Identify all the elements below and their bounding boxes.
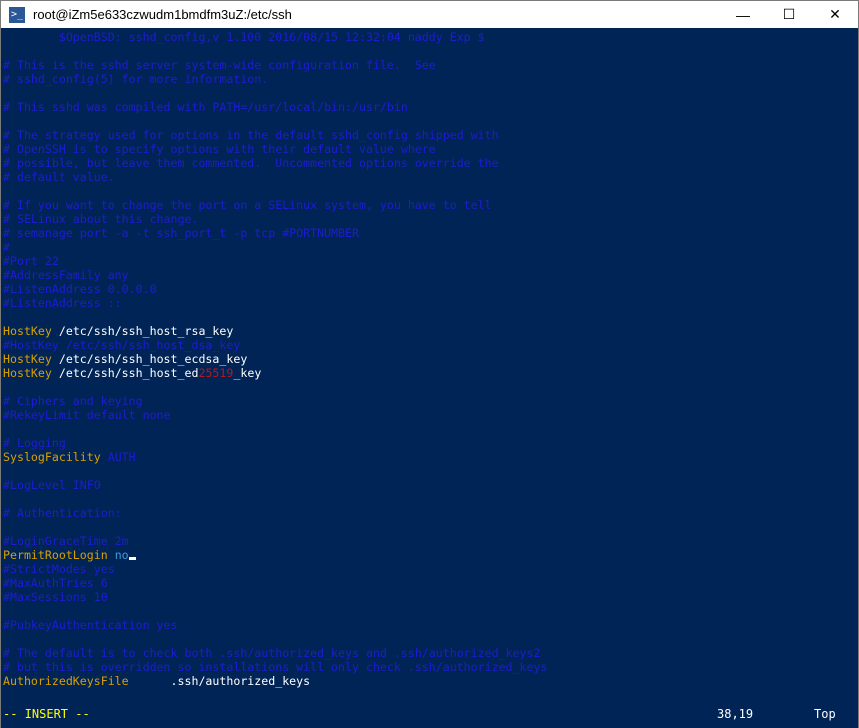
editor-line[interactable]: # This is the sshd server system-wide co… xyxy=(3,58,436,72)
line-segment-comment: #StrictModes yes xyxy=(3,562,115,576)
editor-line[interactable]: SyslogFacility AUTH xyxy=(3,450,136,464)
line-segment-comment: # The strategy used for options in the d… xyxy=(3,128,499,142)
editor-line[interactable]: #ListenAddress 0.0.0.0 xyxy=(3,282,157,296)
editor-line[interactable]: PermitRootLogin no xyxy=(3,548,136,562)
line-segment-comment: #RekeyLimit default none xyxy=(3,408,171,422)
editor-line[interactable]: # SELinux about this change. xyxy=(3,212,198,226)
editor-line[interactable]: # sshd_config(5) for more information. xyxy=(3,72,268,86)
line-segment-keyword: PermitRootLogin xyxy=(3,548,108,562)
editor-line[interactable]: HostKey /etc/ssh/ssh_host_ecdsa_key xyxy=(3,352,247,366)
line-segment-comment: # Ciphers and keying xyxy=(3,394,143,408)
line-segment-value: .ssh/authorized_keys xyxy=(128,674,311,688)
editor-line[interactable]: # xyxy=(3,240,10,254)
line-segment-comment: # SELinux about this change. xyxy=(3,212,199,226)
line-segment-keyword: AuthorizedKeysFile xyxy=(3,674,129,688)
line-segment-comment: #PubkeyAuthentication yes xyxy=(3,618,178,632)
line-segment-comment: # The default is to check both .ssh/auth… xyxy=(3,646,541,660)
line-segment-red: 25519 xyxy=(198,366,234,380)
editor-line[interactable]: # OpenSSH is to specify options with the… xyxy=(3,142,436,156)
line-segment-comment: # Logging xyxy=(3,436,66,450)
line-segment-value xyxy=(108,548,115,562)
editor-line[interactable]: #LogLevel INFO xyxy=(3,478,101,492)
editor-line[interactable]: #PubkeyAuthentication yes xyxy=(3,618,178,632)
editor-line[interactable]: #MaxAuthTries 6 xyxy=(3,576,108,590)
line-segment-comment: #ListenAddress :: xyxy=(3,296,122,310)
line-segment-comment: # but this is overridden so installation… xyxy=(3,660,548,674)
scrollbar[interactable] xyxy=(844,29,858,701)
editor-line[interactable]: #StrictModes yes xyxy=(3,562,115,576)
line-segment-comment: # If you want to change the port on a SE… xyxy=(3,198,492,212)
cursor-position: 38,19 xyxy=(717,707,754,721)
text-cursor xyxy=(128,557,136,560)
line-segment-comment: # OpenSSH is to specify options with the… xyxy=(3,142,436,156)
editor-line[interactable]: HostKey /etc/ssh/ssh_host_ed25519_key xyxy=(3,366,261,380)
line-segment-comment: # This is the sshd server system-wide co… xyxy=(3,58,436,72)
line-segment-comment: #AddressFamily any xyxy=(3,268,129,282)
title-bar[interactable]: >_ root@iZm5e633czwudm1bmdfm3uZ:/etc/ssh… xyxy=(1,1,858,28)
powershell-icon: >_ xyxy=(9,6,25,23)
line-segment-value: _key xyxy=(233,366,262,380)
line-segment-comment: AUTH xyxy=(100,450,136,464)
line-segment-value: /etc/ssh/ssh_host_ed xyxy=(51,366,199,380)
editor-line[interactable]: # semanage port -a -t ssh_port_t -p tcp … xyxy=(3,226,359,240)
editor-line[interactable]: # Authentication: xyxy=(3,506,122,520)
line-segment-no: no xyxy=(114,548,129,562)
line-segment-comment: #LoginGraceTime 2m xyxy=(3,534,129,548)
line-segment-comment: # xyxy=(3,240,10,254)
maximize-button[interactable]: ☐ xyxy=(766,1,812,28)
line-segment-comment: #MaxAuthTries 6 xyxy=(3,576,108,590)
editor-line[interactable]: # This sshd was compiled with PATH=/usr/… xyxy=(3,100,408,114)
editor-line[interactable]: #LoginGraceTime 2m xyxy=(3,534,129,548)
line-segment-keyword: HostKey xyxy=(3,352,52,366)
editor-line[interactable]: # The strategy used for options in the d… xyxy=(3,128,499,142)
line-segment-comment: # default value. xyxy=(3,170,115,184)
vim-status-bar: -- INSERT -- 38,19 Top xyxy=(1,701,858,728)
editor-line[interactable]: $OpenBSD: sshd_config,v 1.100 2016/08/15… xyxy=(3,30,485,44)
editor-line[interactable]: # If you want to change the port on a SE… xyxy=(3,198,492,212)
line-segment-comment: # possible, but leave them commented. Un… xyxy=(3,156,499,170)
line-segment-comment: # sshd_config(5) for more information. xyxy=(3,72,269,86)
line-segment-keyword: SyslogFacility xyxy=(3,450,101,464)
line-segment-comment: $OpenBSD: sshd_config,v 1.100 2016/08/15… xyxy=(3,30,485,44)
line-segment-keyword: HostKey xyxy=(3,366,52,380)
line-segment-value: /etc/ssh/ssh_host_ecdsa_key xyxy=(51,352,248,366)
line-segment-value: /etc/ssh/ssh_host_rsa_key xyxy=(51,324,234,338)
editor-line[interactable]: # but this is overridden so installation… xyxy=(3,660,547,674)
editor-line[interactable]: #RekeyLimit default none xyxy=(3,408,171,422)
editor-line[interactable]: # Logging xyxy=(3,436,66,450)
mode-indicator: -- INSERT -- xyxy=(3,707,90,721)
line-segment-comment: # semanage port -a -t ssh_port_t -p tcp … xyxy=(3,226,359,240)
editor-line[interactable]: #AddressFamily any xyxy=(3,268,129,282)
line-segment-comment: #HostKey /etc/ssh/ssh_host_dsa_key xyxy=(3,338,241,352)
editor-line[interactable]: # Ciphers and keying xyxy=(3,394,143,408)
editor-line[interactable]: #HostKey /etc/ssh/ssh_host_dsa_key xyxy=(3,338,240,352)
editor-line[interactable]: # possible, but leave them commented. Un… xyxy=(3,156,499,170)
line-segment-keyword: HostKey xyxy=(3,324,52,338)
line-segment-comment: #LogLevel INFO xyxy=(3,478,101,492)
editor-line[interactable]: #ListenAddress :: xyxy=(3,296,122,310)
line-segment-comment: #MaxSessions 10 xyxy=(3,590,108,604)
vim-editor-area[interactable]: $OpenBSD: sshd_config,v 1.100 2016/08/15… xyxy=(2,29,844,701)
editor-line[interactable]: AuthorizedKeysFile .ssh/authorized_keys xyxy=(3,674,310,688)
editor-line[interactable]: # default value. xyxy=(3,170,115,184)
terminal-window: >_ root@iZm5e633czwudm1bmdfm3uZ:/etc/ssh… xyxy=(0,0,859,728)
editor-line[interactable]: #Port 22 xyxy=(3,254,59,268)
editor-line[interactable]: # The default is to check both .ssh/auth… xyxy=(3,646,540,660)
scroll-position: Top xyxy=(814,707,836,721)
window-title: root@iZm5e633czwudm1bmdfm3uZ:/etc/ssh xyxy=(33,7,292,22)
line-segment-comment: #Port 22 xyxy=(3,254,59,268)
minimize-button[interactable]: — xyxy=(720,1,766,28)
close-button[interactable]: ✕ xyxy=(812,1,858,28)
line-segment-comment: # Authentication: xyxy=(3,506,122,520)
line-segment-comment: # This sshd was compiled with PATH=/usr/… xyxy=(3,100,408,114)
line-segment-comment: #ListenAddress 0.0.0.0 xyxy=(3,282,157,296)
editor-line[interactable]: HostKey /etc/ssh/ssh_host_rsa_key xyxy=(3,324,233,338)
editor-line[interactable]: #MaxSessions 10 xyxy=(3,590,108,604)
